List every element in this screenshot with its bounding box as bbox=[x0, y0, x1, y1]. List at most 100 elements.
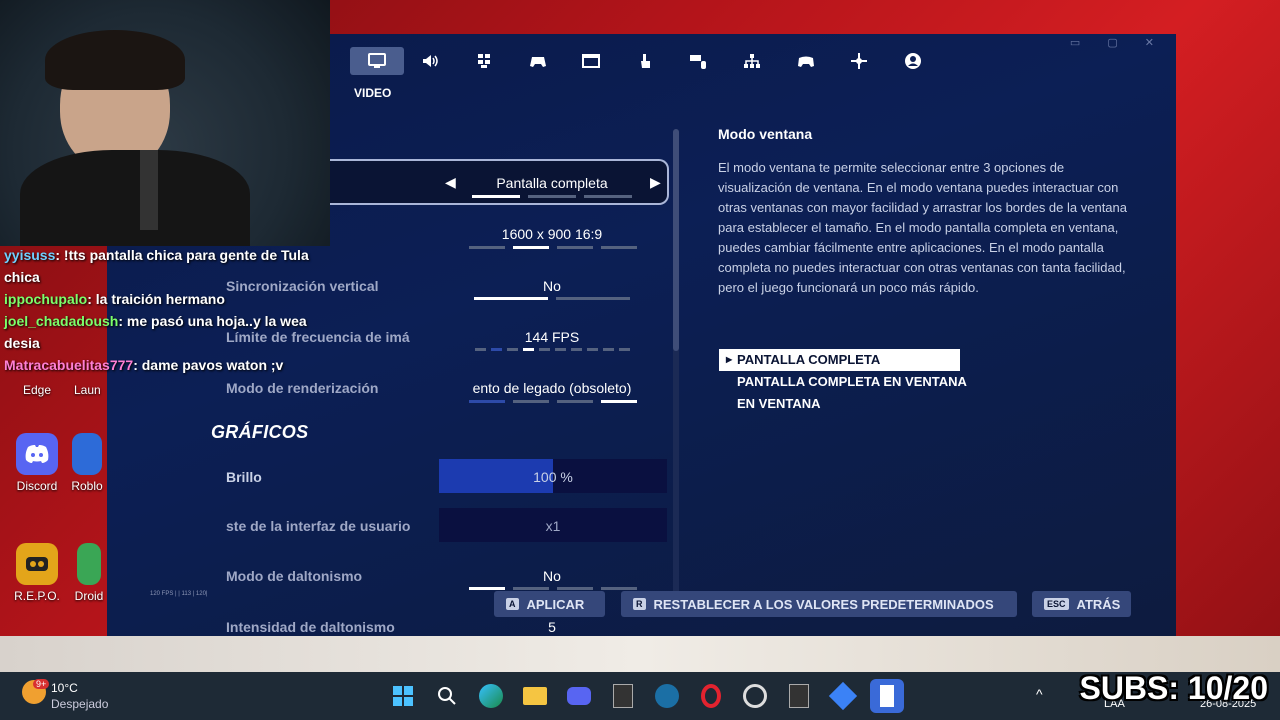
obs-icon[interactable] bbox=[738, 679, 772, 713]
colorblind-intensity-value[interactable]: 5 bbox=[442, 619, 662, 635]
colorblind-mode-indicator bbox=[465, 587, 641, 590]
settings-scrollbar-thumb[interactable] bbox=[673, 129, 679, 351]
brightness-label: Brillo bbox=[226, 469, 262, 485]
weather-desc: Despejado bbox=[51, 697, 109, 711]
tab-interface[interactable] bbox=[564, 47, 618, 75]
desktop-icon-label: Laun bbox=[74, 383, 101, 397]
fps-overlay: 120 FPS | | 113 | 120| bbox=[150, 591, 208, 597]
steam-icon[interactable] bbox=[650, 679, 684, 713]
edge-icon[interactable] bbox=[474, 679, 508, 713]
tab-account[interactable] bbox=[886, 47, 940, 75]
chat-username: joel_chadadoush bbox=[4, 313, 119, 329]
opera-icon[interactable] bbox=[694, 679, 728, 713]
option-label: PANTALLA COMPLETA EN VENTANA bbox=[737, 374, 967, 389]
folder-icon[interactable] bbox=[518, 679, 552, 713]
reset-button-label: RESTABLECER A LOS VALORES PREDETERMINADO… bbox=[653, 596, 994, 612]
desktop-icon-repo[interactable]: R.E.P.O. bbox=[0, 543, 77, 603]
key-hint: A bbox=[506, 598, 519, 610]
windows-start-icon[interactable] bbox=[386, 679, 420, 713]
monitor-icon bbox=[367, 53, 386, 68]
grid-icon bbox=[477, 54, 490, 68]
render-mode-indicator bbox=[465, 400, 641, 403]
tab-audio[interactable] bbox=[404, 47, 458, 75]
speaker-icon bbox=[423, 55, 439, 67]
brightness-value: 100 % bbox=[533, 469, 573, 485]
option-windowed[interactable]: EN VENTANA bbox=[719, 393, 821, 415]
desktop-icon-edge[interactable]: Edge bbox=[0, 383, 77, 397]
account-icon bbox=[904, 53, 921, 69]
colorblind-mode-value[interactable]: No bbox=[442, 568, 662, 584]
controller-alt-icon bbox=[851, 53, 868, 69]
vsync-value[interactable]: No bbox=[442, 278, 662, 294]
tab-controller[interactable] bbox=[779, 47, 833, 75]
epic-games-icon[interactable] bbox=[606, 679, 640, 713]
window-icon bbox=[582, 54, 601, 68]
section-heading-graphics: GRÁFICOS bbox=[211, 422, 309, 442]
window-controls[interactable]: ▭ ▢ ✕ bbox=[1070, 36, 1166, 49]
desktop-icon-label: R.E.P.O. bbox=[14, 589, 60, 603]
desktop-icon-roblox[interactable]: Roblo bbox=[62, 433, 112, 493]
option-windowed-fullscreen[interactable]: PANTALLA COMPLETA EN VENTANA bbox=[719, 371, 967, 393]
microphone bbox=[140, 150, 158, 230]
chevron-up-icon[interactable]: ^ bbox=[1036, 686, 1043, 702]
window-mode-value: Pantalla completa bbox=[496, 175, 608, 191]
fps-limit-indicator bbox=[462, 348, 642, 351]
tab-touch[interactable] bbox=[618, 47, 672, 75]
search-icon[interactable] bbox=[430, 679, 464, 713]
option-fullscreen[interactable]: ▶ PANTALLA COMPLETA bbox=[719, 349, 960, 371]
chat-username: ippochupalo bbox=[4, 291, 88, 307]
resolution-value[interactable]: 1600 x 900 16:9 bbox=[442, 226, 662, 242]
webcam-overlay bbox=[0, 0, 330, 246]
tab-game[interactable] bbox=[457, 47, 511, 75]
weather-badge: 9+ bbox=[33, 679, 50, 689]
key-hint: ESC bbox=[1044, 598, 1069, 610]
description-title: Modo ventana bbox=[718, 126, 813, 142]
settings-tab-bar bbox=[350, 47, 940, 75]
streamer-shirt bbox=[20, 150, 250, 246]
option-label: PANTALLA COMPLETA bbox=[737, 352, 881, 367]
caret-right-icon: ▶ bbox=[726, 355, 733, 364]
roblox-icon bbox=[72, 433, 102, 475]
tab-network[interactable] bbox=[725, 47, 779, 75]
discord-icon bbox=[16, 433, 58, 475]
desktop-wallpaper-strip bbox=[0, 636, 1280, 672]
apply-button[interactable]: A APLICAR bbox=[494, 591, 605, 617]
tab-keyboard-mouse[interactable] bbox=[672, 47, 726, 75]
tab-video[interactable] bbox=[350, 47, 404, 75]
chat-message: ippochupalo: la traición hermano bbox=[4, 288, 334, 310]
tab-controller-settings[interactable] bbox=[511, 47, 565, 75]
chat-username: yyisuss bbox=[4, 247, 56, 263]
gamepad-icon bbox=[529, 57, 546, 67]
render-mode-value[interactable]: ento de legado (obsoleto) bbox=[442, 380, 662, 396]
back-button[interactable]: ESC ATRÁS bbox=[1032, 591, 1131, 617]
chat-message: joel_chadadoush: me pasó una hoja..y la … bbox=[4, 310, 334, 354]
desktop-icon-launcher[interactable]: Laun bbox=[74, 383, 110, 397]
ui-scale-label: ste de la interfaz de usuario bbox=[226, 518, 411, 534]
droid-icon bbox=[77, 543, 101, 585]
weather-temp: 10°C bbox=[51, 681, 78, 695]
desktop-icon-label: Roblo bbox=[71, 479, 103, 493]
render-mode-label: Modo de renderización bbox=[226, 380, 379, 396]
desktop-icon-droid[interactable]: Droid bbox=[68, 543, 110, 603]
key-hint: R bbox=[633, 598, 646, 610]
repo-icon bbox=[16, 543, 58, 585]
touch-icon bbox=[640, 54, 650, 68]
active-tab-title: VIDEO bbox=[354, 86, 392, 100]
desktop-icon-label: Droid bbox=[74, 589, 104, 603]
discord-taskbar-icon[interactable] bbox=[562, 679, 596, 713]
chat-message: Matracabuelitas777: dame pavos waton ;v bbox=[4, 354, 334, 376]
chat-text: : la traición hermano bbox=[87, 291, 225, 307]
stream-chat: yyisuss: !tts pantalla chica para gente … bbox=[4, 244, 334, 376]
colorblind-mode-label: Modo de daltonismo bbox=[226, 568, 363, 584]
epic-games-alt-icon[interactable] bbox=[782, 679, 816, 713]
vsync-indicator bbox=[469, 297, 635, 300]
apply-button-label: APLICAR bbox=[526, 596, 585, 612]
tab-controller-alt[interactable] bbox=[832, 47, 886, 75]
streamer-hair bbox=[45, 30, 185, 90]
resolution-indicator bbox=[465, 246, 641, 249]
app-icon[interactable] bbox=[826, 679, 860, 713]
network-icon bbox=[743, 54, 760, 68]
fortnite-icon[interactable] bbox=[870, 679, 904, 713]
fps-limit-value[interactable]: 144 FPS bbox=[442, 329, 662, 345]
reset-defaults-button[interactable]: R RESTABLECER A LOS VALORES PREDETERMINA… bbox=[621, 591, 1017, 617]
